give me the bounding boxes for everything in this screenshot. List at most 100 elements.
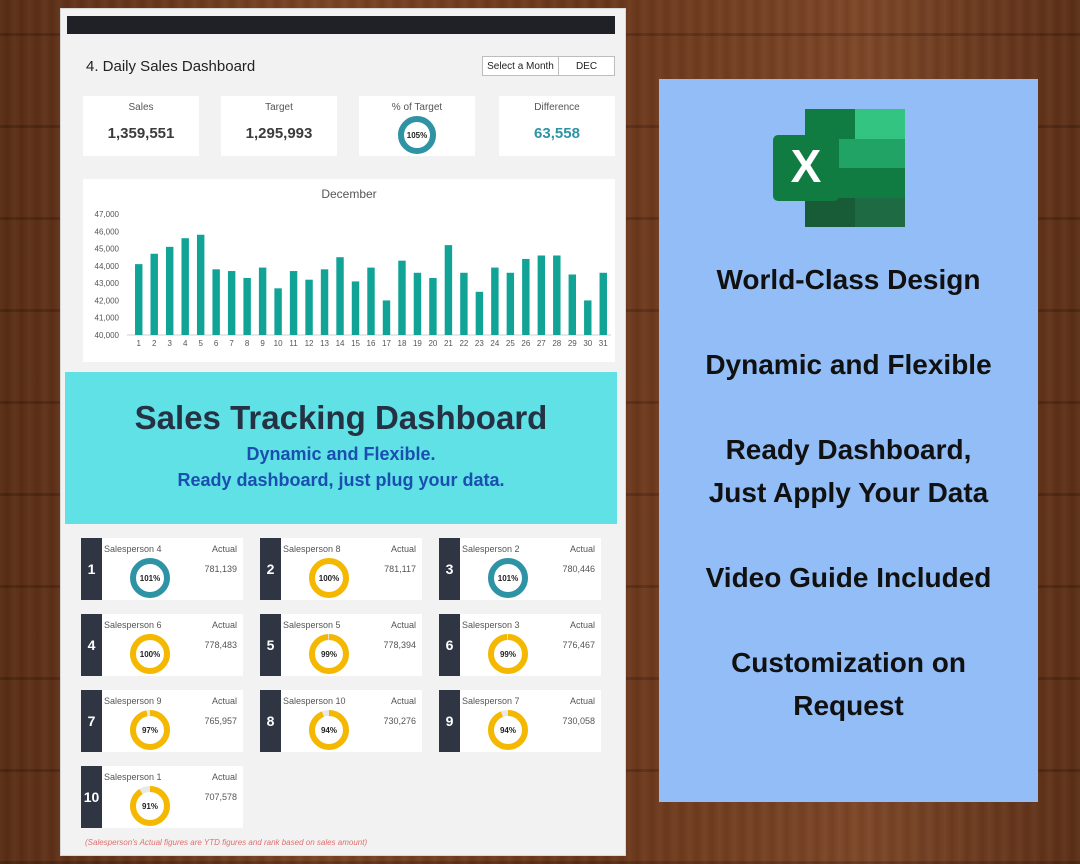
chart-bar-day-10 (274, 288, 281, 335)
feature-panel: X World-Class Design Dynamic and Flexibl… (659, 79, 1038, 802)
chart-x-tick-label: 11 (289, 339, 298, 348)
chart-title: December (321, 187, 376, 201)
chart-bar-day-27 (538, 255, 545, 335)
kpi-percent-label: % of Target (359, 102, 475, 113)
chart-bar-day-6 (212, 269, 219, 335)
salesperson-percent: 94% (321, 726, 337, 735)
salesperson-actual-value: 778,394 (383, 640, 416, 650)
chart-bar-day-24 (491, 268, 498, 335)
salesperson-percent: 99% (500, 650, 516, 659)
daily-sales-chart: December 40,00041,00042,00043,00044,0004… (83, 179, 615, 362)
salesperson-card: 3Salesperson 2Actual780,446101% (439, 538, 601, 600)
chart-bar-day-11 (290, 271, 297, 335)
chart-x-tick-label: 5 (198, 339, 203, 348)
chart-x-tick-label: 17 (382, 339, 391, 348)
salesperson-actual-label: Actual (391, 544, 416, 554)
salesperson-actual-value: 765,957 (204, 716, 237, 726)
feature-apply-data: Just Apply Your Data (659, 471, 1038, 514)
salesperson-actual-label: Actual (570, 620, 595, 630)
salesperson-donut: 101% (128, 556, 172, 600)
salesperson-actual-value: 776,467 (562, 640, 595, 650)
month-selector[interactable]: Select a Month DEC (482, 56, 615, 76)
salesperson-rank: 1 (81, 538, 102, 600)
chart-bar-day-28 (553, 255, 560, 335)
chart-x-tick-label: 8 (245, 339, 250, 348)
banner-line-2: Ready dashboard, just plug your data. (65, 467, 617, 493)
chart-bar-day-20 (429, 278, 436, 335)
salesperson-actual-label: Actual (391, 620, 416, 630)
salesperson-percent: 91% (142, 802, 158, 811)
salesperson-name: Salesperson 5 (283, 620, 341, 630)
salesperson-actual-label: Actual (212, 544, 237, 554)
chart-x-tick-label: 12 (305, 339, 314, 348)
chart-x-tick-label: 26 (521, 339, 530, 348)
feature-world-class: World-Class Design (659, 258, 1038, 301)
kpi-sales-label: Sales (83, 102, 199, 113)
kpi-target-value: 1,295,993 (221, 125, 337, 142)
month-selector-label: Select a Month (483, 57, 559, 75)
chart-bar-day-15 (352, 281, 359, 335)
kpi-difference-label: Difference (499, 102, 615, 113)
salesperson-name: Salesperson 8 (283, 544, 341, 554)
salesperson-rank: 2 (260, 538, 281, 600)
salesperson-actual-label: Actual (570, 544, 595, 554)
salesperson-donut: 99% (486, 632, 530, 676)
salesperson-name: Salesperson 10 (283, 696, 346, 706)
promo-banner: Sales Tracking Dashboard Dynamic and Fle… (65, 372, 617, 524)
chart-x-tick-label: 6 (214, 339, 219, 348)
salesperson-card: 2Salesperson 8Actual781,117100% (260, 538, 422, 600)
feature-customization: Customization on (659, 641, 1038, 684)
salesperson-percent: 97% (142, 726, 158, 735)
salesperson-name: Salesperson 2 (462, 544, 520, 554)
salesperson-actual-label: Actual (212, 772, 237, 782)
salesperson-donut: 94% (486, 708, 530, 752)
chart-bar-day-2 (151, 254, 158, 335)
salesperson-card: 1Salesperson 4Actual781,139101% (81, 538, 243, 600)
month-selector-value[interactable]: DEC (559, 57, 614, 75)
salesperson-card: 10Salesperson 1Actual707,57891% (81, 766, 243, 828)
chart-bar-day-14 (336, 257, 343, 335)
chart-bar-day-19 (414, 273, 421, 335)
salesperson-name: Salesperson 9 (104, 696, 162, 706)
salesperson-donut: 91% (128, 784, 172, 828)
kpi-percent-donut: 105% (396, 114, 438, 156)
chart-x-tick-label: 23 (475, 339, 484, 348)
salesperson-card: 5Salesperson 5Actual778,39499% (260, 614, 422, 676)
salesperson-donut: 97% (128, 708, 172, 752)
kpi-percent-value: 105% (407, 131, 427, 140)
salesperson-actual-value: 730,276 (383, 716, 416, 726)
feature-request: Request (659, 684, 1038, 727)
chart-bar-day-3 (166, 247, 173, 335)
chart-x-tick-label: 18 (398, 339, 407, 348)
chart-bar-day-1 (135, 264, 142, 335)
salesperson-rank: 8 (260, 690, 281, 752)
salesperson-percent: 94% (500, 726, 516, 735)
chart-bar-day-29 (569, 275, 576, 336)
chart-bar-day-25 (507, 273, 514, 335)
feature-dynamic: Dynamic and Flexible (659, 343, 1038, 386)
chart-bar-day-8 (243, 278, 250, 335)
chart-x-tick-label: 25 (506, 339, 515, 348)
footnote: (Salesperson's Actual figures are YTD fi… (85, 838, 367, 847)
chart-x-tick-label: 2 (152, 339, 157, 348)
salesperson-rank: 6 (439, 614, 460, 676)
dashboard-sheet: 4. Daily Sales Dashboard Select a Month … (60, 8, 626, 856)
chart-bar-day-23 (476, 292, 483, 335)
salesperson-percent: 100% (140, 650, 160, 659)
chart-bar-day-16 (367, 268, 374, 335)
chart-bar-day-18 (398, 261, 405, 335)
daily-sales-chart-svg: December 40,00041,00042,00043,00044,0004… (83, 179, 615, 362)
chart-x-tick-label: 13 (320, 339, 329, 348)
salesperson-donut: 101% (486, 556, 530, 600)
salesperson-actual-value: 730,058 (562, 716, 595, 726)
salesperson-donut: 99% (307, 632, 351, 676)
chart-bar-day-7 (228, 271, 235, 335)
chart-y-tick-label: 43,000 (95, 279, 120, 288)
chart-x-tick-label: 19 (413, 339, 422, 348)
chart-bar-day-13 (321, 269, 328, 335)
chart-x-tick-label: 4 (183, 339, 188, 348)
feature-ready-dashboard: Ready Dashboard, (659, 428, 1038, 471)
salesperson-actual-label: Actual (212, 620, 237, 630)
chart-x-tick-label: 10 (274, 339, 283, 348)
salesperson-donut: 100% (128, 632, 172, 676)
